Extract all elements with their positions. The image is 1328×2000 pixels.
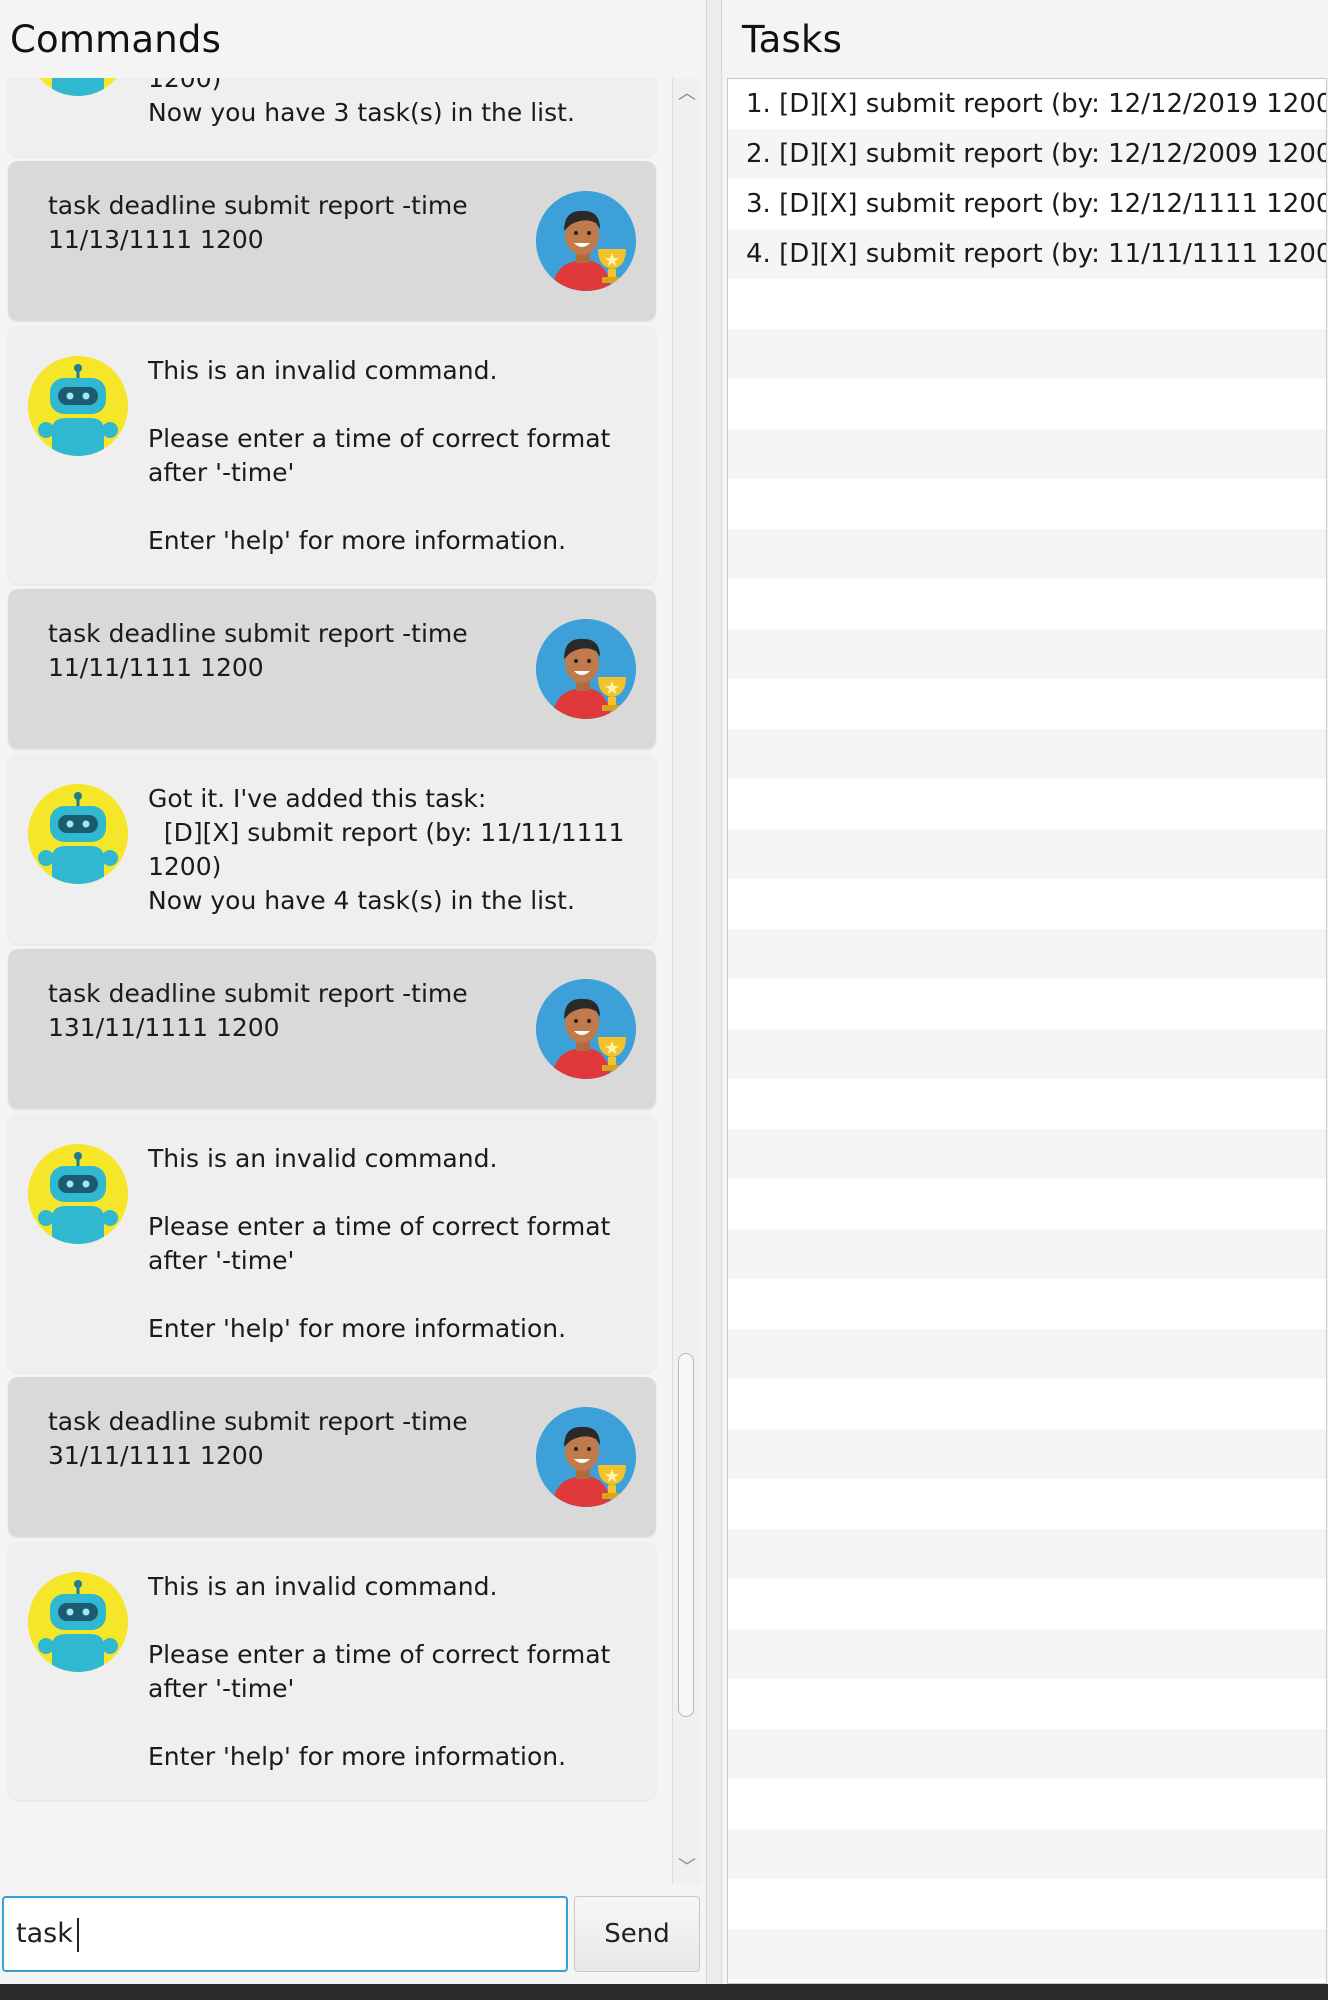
list-row-background: [728, 1579, 1326, 1629]
user-avatar: [536, 979, 636, 1079]
user-avatar: [536, 1407, 636, 1507]
tasks-pane: Tasks 1. [D][X] submit report (by: 12/12…: [722, 0, 1328, 2000]
duke-dialog-box: This is an invalid command. Please enter…: [8, 326, 656, 584]
list-row-background: [728, 1829, 1326, 1879]
list-row-background: [728, 1129, 1326, 1179]
duke-dialog-box: This is an invalid command. Please enter…: [8, 1542, 656, 1800]
command-input-value: task: [16, 1918, 73, 1949]
list-row-background: [728, 979, 1326, 1029]
send-button[interactable]: Send: [574, 1896, 700, 1972]
window-bottom-edge: [0, 1984, 1328, 2000]
list-row-background: [728, 1479, 1326, 1529]
input-row: task Send: [0, 1894, 706, 1982]
dialog-scroll-pane[interactable]: Got it. I've added this task: [D][X] sub…: [0, 78, 672, 1884]
split-pane-divider[interactable]: [706, 0, 722, 2000]
list-row-background: [728, 1179, 1326, 1229]
list-row-background: [728, 379, 1326, 429]
dialog-text: task deadline submit report -time 11/11/…: [48, 619, 468, 682]
robot-avatar: [28, 356, 128, 456]
list-row-background: [728, 1329, 1326, 1379]
dialog-text: This is an invalid command. Please enter…: [148, 1572, 611, 1771]
user-avatar: [536, 191, 636, 291]
robot-avatar: [28, 784, 128, 884]
dialog-text: task deadline submit report -time 11/13/…: [48, 191, 468, 254]
user-avatar: [536, 619, 636, 719]
dialog-text: This is an invalid command. Please enter…: [148, 1144, 611, 1343]
robot-avatar: [28, 78, 128, 96]
user-dialog-box: task deadline submit report -time 31/11/…: [8, 1377, 656, 1537]
task-list-item[interactable]: 2. [D][X] submit report (by: 12/12/2009 …: [728, 129, 1326, 179]
scroll-down-icon[interactable]: ﹀: [673, 1856, 701, 1880]
list-row-background: [728, 1379, 1326, 1429]
list-row-background: [728, 779, 1326, 829]
user-dialog-box: task deadline submit report -time 11/11/…: [8, 589, 656, 749]
list-row-background: [728, 929, 1326, 979]
list-row-background: [728, 1779, 1326, 1829]
list-row-background: [728, 529, 1326, 579]
tasks-header: Tasks: [742, 18, 843, 61]
list-row-background: [728, 1879, 1326, 1929]
list-row-background: [728, 1729, 1326, 1779]
list-row-background: [728, 729, 1326, 779]
dialog-container: Got it. I've added this task: [D][X] sub…: [0, 78, 672, 1805]
dialog-text: task deadline submit report -time 31/11/…: [48, 1407, 468, 1470]
task-list[interactable]: 1. [D][X] submit report (by: 12/12/2019 …: [727, 78, 1327, 1984]
list-row-background: [728, 279, 1326, 329]
command-input[interactable]: task: [2, 1896, 568, 1972]
list-row-background: [728, 629, 1326, 679]
list-row-background: [728, 1279, 1326, 1329]
robot-avatar: [28, 1144, 128, 1244]
task-list-item[interactable]: 3. [D][X] submit report (by: 12/12/1111 …: [728, 179, 1326, 229]
list-row-background: [728, 1529, 1326, 1579]
list-row-background: [728, 1629, 1326, 1679]
commands-pane: Commands Got it. I've added this task: […: [0, 0, 706, 2000]
user-dialog-box: task deadline submit report -time 11/13/…: [8, 161, 656, 321]
list-row-background: [728, 1679, 1326, 1729]
task-list-item[interactable]: 4. [D][X] submit report (by: 11/11/1111 …: [728, 229, 1326, 279]
list-row-background: [728, 479, 1326, 529]
duke-dialog-box: Got it. I've added this task: [D][X] sub…: [8, 78, 656, 156]
commands-header: Commands: [10, 18, 222, 61]
duke-dialog-box: This is an invalid command. Please enter…: [8, 1114, 656, 1372]
list-row-background: [728, 329, 1326, 379]
task-list-item[interactable]: 1. [D][X] submit report (by: 12/12/2019 …: [728, 79, 1326, 129]
chat-scrollbar[interactable]: ︿ ﹀: [672, 78, 701, 1884]
list-row-background: [728, 1229, 1326, 1279]
list-row-background: [728, 1429, 1326, 1479]
list-row-background: [728, 1029, 1326, 1079]
user-dialog-box: task deadline submit report -time 131/11…: [8, 949, 656, 1109]
list-row-background: [728, 829, 1326, 879]
list-row-background: [728, 579, 1326, 629]
scroll-up-icon[interactable]: ︿: [673, 82, 701, 106]
dialog-text: task deadline submit report -time 131/11…: [48, 979, 468, 1042]
list-row-background: [728, 429, 1326, 479]
dialog-text: This is an invalid command. Please enter…: [148, 356, 611, 555]
scrollbar-thumb[interactable]: [678, 1353, 694, 1718]
robot-avatar: [28, 1572, 128, 1672]
list-row-background: [728, 679, 1326, 729]
text-caret: [76, 1917, 79, 1952]
duke-dialog-box: Got it. I've added this task: [D][X] sub…: [8, 754, 656, 944]
list-row-background: [728, 1079, 1326, 1129]
list-row-background: [728, 879, 1326, 929]
dialog-text: Got it. I've added this task: [D][X] sub…: [148, 784, 625, 915]
list-row-background: [728, 1929, 1326, 1979]
dialog-text: Got it. I've added this task: [D][X] sub…: [148, 78, 575, 127]
